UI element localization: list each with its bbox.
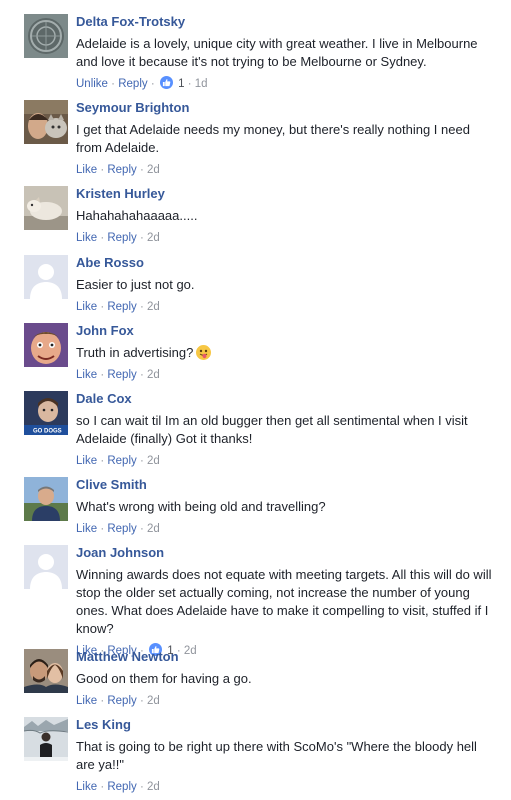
comment-actions: Like · Reply · 2d [76, 162, 496, 178]
dog-avatar[interactable] [24, 186, 68, 230]
like-link[interactable]: Like [76, 695, 97, 707]
comment-actions: Unlike · Reply · 1 · 1d [76, 76, 496, 92]
default-person-avatar[interactable] [24, 255, 68, 299]
timestamp[interactable]: 2d [147, 455, 160, 467]
timestamp[interactable]: 1d [195, 78, 208, 90]
comment-author[interactable]: John Fox [76, 323, 496, 339]
like-count[interactable]: 1 [178, 78, 184, 90]
comment-actions: Like · Reply · 2d [76, 521, 496, 537]
separator: · [139, 369, 144, 381]
manhole-cover-avatar[interactable] [24, 14, 68, 58]
separator: · [139, 455, 144, 467]
reply-link[interactable]: Reply [107, 695, 136, 707]
separator: · [100, 455, 105, 467]
comment-author[interactable]: Abe Rosso [76, 255, 496, 271]
default-person-avatar[interactable] [24, 545, 68, 589]
comment-author[interactable]: Clive Smith [76, 477, 496, 493]
separator: · [139, 164, 144, 176]
tongue-out-emoji-icon [196, 345, 212, 360]
separator: · [100, 232, 105, 244]
timestamp[interactable]: 2d [147, 164, 160, 176]
thumbs-up-icon [159, 76, 173, 89]
separator: · [139, 232, 144, 244]
separator: · [111, 78, 116, 90]
comment-text: Hahahahahaaaaa..... [76, 208, 198, 223]
comment-author[interactable]: Matthew Newton [76, 649, 496, 665]
timestamp[interactable]: 2d [147, 781, 160, 793]
reply-link[interactable]: Reply [118, 78, 147, 90]
timestamp[interactable]: 2d [147, 232, 160, 244]
like-link[interactable]: Like [76, 369, 97, 381]
like-link[interactable]: Like [76, 301, 97, 313]
comment-text: Winning awards does not equate with meet… [76, 567, 492, 636]
separator: · [100, 369, 105, 381]
comment-list: Delta Fox-Trotsky Adelaide is a lovely, … [0, 0, 511, 800]
separator: · [100, 164, 105, 176]
timestamp[interactable]: 2d [147, 369, 160, 381]
timestamp[interactable]: 2d [147, 301, 160, 313]
separator: · [139, 781, 144, 793]
separator: · [139, 301, 144, 313]
comment-actions: Like · Reply · 2d [76, 230, 496, 246]
comment-text: Adelaide is a lovely, unique city with g… [76, 36, 478, 69]
caricature-avatar[interactable] [24, 323, 68, 367]
separator: · [150, 78, 155, 90]
child-photo-avatar[interactable]: GO DOGS [24, 391, 68, 435]
like-link[interactable]: Like [76, 164, 97, 176]
unlike-link[interactable]: Unlike [76, 78, 108, 90]
reply-link[interactable]: Reply [107, 523, 136, 535]
comment-actions: Like · Reply · 2d [76, 779, 496, 795]
comment-text: I get that Adelaide needs my money, but … [76, 122, 470, 155]
comment-author[interactable]: Kristen Hurley [76, 186, 496, 202]
reply-link[interactable]: Reply [107, 781, 136, 793]
timestamp[interactable]: 2d [147, 695, 160, 707]
separator: · [139, 695, 144, 707]
comment-text: Easier to just not go. [76, 277, 195, 292]
comment-author[interactable]: Seymour Brighton [76, 100, 496, 116]
man-in-snow-avatar[interactable] [24, 717, 68, 761]
comment-actions: Like · Reply · 2d [76, 299, 496, 315]
comment-actions: Like · Reply · 2d [76, 453, 496, 469]
comment-author[interactable]: Delta Fox-Trotsky [76, 14, 496, 30]
comment-text: What's wrong with being old and travelli… [76, 499, 326, 514]
separator: · [100, 523, 105, 535]
like-link[interactable]: Like [76, 523, 97, 535]
separator: · [100, 301, 105, 313]
reply-link[interactable]: Reply [107, 455, 136, 467]
timestamp[interactable]: 2d [147, 523, 160, 535]
comment-author[interactable]: Dale Cox [76, 391, 496, 407]
comment-actions: Like · Reply · 2d [76, 367, 496, 383]
comment-text: Good on them for having a go. [76, 671, 252, 686]
comment-actions: Like · Reply · 2d [76, 693, 496, 709]
comment-text: so I can wait til Im an old bugger then … [76, 413, 468, 446]
separator: · [100, 695, 105, 707]
separator: · [139, 523, 144, 535]
reply-link[interactable]: Reply [107, 301, 136, 313]
reply-link[interactable]: Reply [107, 369, 136, 381]
like-link[interactable]: Like [76, 781, 97, 793]
comment-author[interactable]: Joan Johnson [76, 545, 496, 561]
comment-text-content: Truth in advertising? [76, 345, 194, 360]
separator: · [100, 781, 105, 793]
avatar-caption: GO DOGS [33, 429, 62, 435]
comment-author[interactable]: Les King [76, 717, 496, 733]
comment-text: That is going to be right up there with … [76, 739, 477, 772]
comment-text: Truth in advertising? [76, 344, 496, 362]
separator: · [187, 78, 192, 90]
man-outdoors-avatar[interactable] [24, 477, 68, 521]
couple-selfie-avatar[interactable] [24, 649, 68, 693]
reply-link[interactable]: Reply [107, 232, 136, 244]
reply-link[interactable]: Reply [107, 164, 136, 176]
like-link[interactable]: Like [76, 232, 97, 244]
like-link[interactable]: Like [76, 455, 97, 467]
man-with-cat-avatar[interactable] [24, 100, 68, 144]
